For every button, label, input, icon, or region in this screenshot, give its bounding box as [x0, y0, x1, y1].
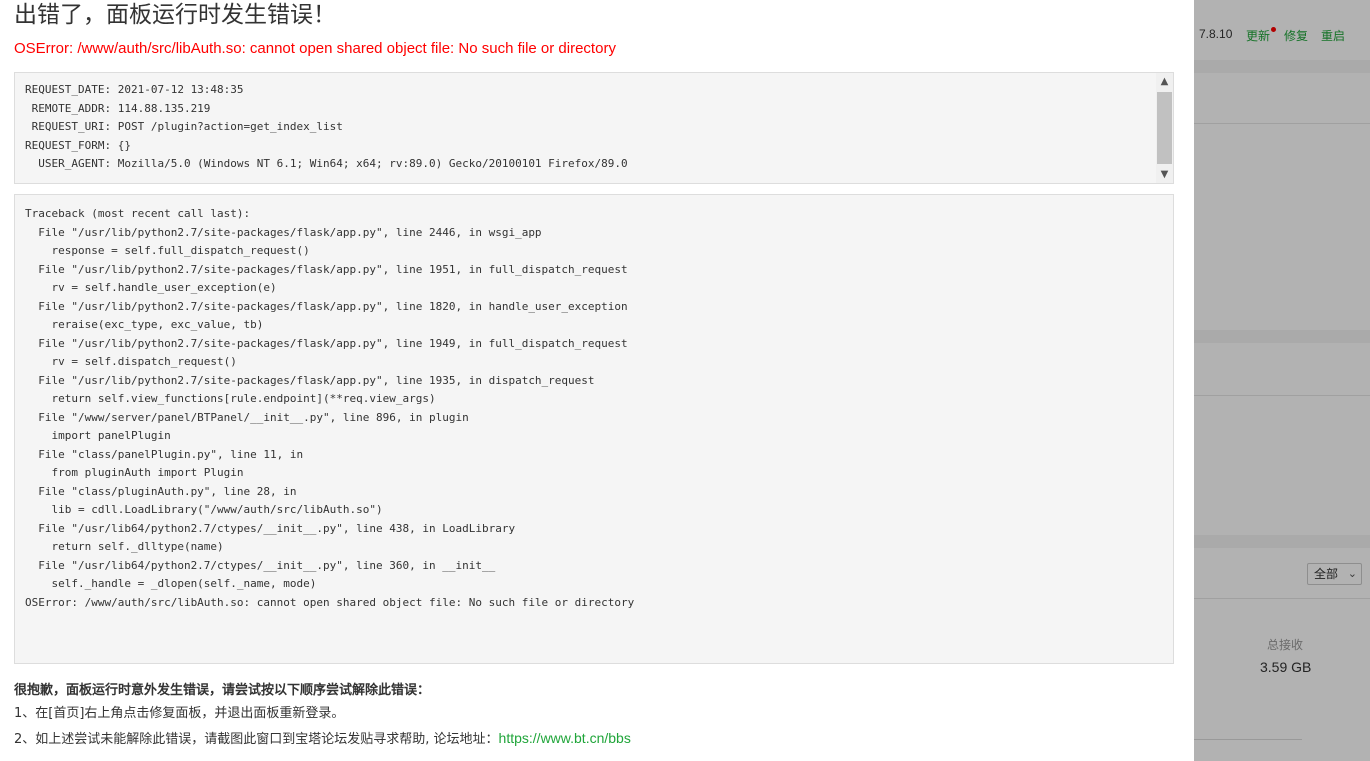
traceback-lines: Traceback (most recent call last): File … — [25, 205, 634, 612]
traceback-line: return self._dlltype(name) — [25, 540, 224, 553]
help-section: 很抱歉，面板运行时意外发生错误，请尝试按以下顺序尝试解除此错误： 1、在[首页]… — [14, 680, 631, 752]
request-info-line: USER_AGENT: Mozilla/5.0 (Windows NT 6.1;… — [25, 157, 628, 170]
traceback-line: self._handle = _dlopen(self._name, mode) — [25, 577, 317, 590]
traceback-line: OSError: /www/auth/src/libAuth.so: canno… — [25, 595, 635, 609]
traceback-line: File "class/panelPlugin.py", line 11, in — [25, 447, 304, 461]
traceback-line: File "/usr/lib64/python2.7/ctypes/__init… — [25, 558, 496, 572]
traceback-line: import panelPlugin — [25, 429, 171, 442]
help-step-2: 2、如上述尝试未能解除此错误，请截图此窗口到宝塔论坛发贴寻求帮助, 论坛地址：h… — [14, 726, 631, 752]
traceback-line: rv = self.handle_user_exception(e) — [25, 281, 277, 294]
request-info-lines: REQUEST_DATE: 2021-07-12 13:48:35 REMOTE… — [25, 81, 628, 174]
traceback-line: File "/usr/lib64/python2.7/ctypes/__init… — [25, 521, 516, 535]
scrollbar-thumb[interactable] — [1157, 92, 1172, 164]
traceback-line: File "/usr/lib/python2.7/site-packages/f… — [25, 373, 595, 387]
traceback-line: File "/usr/lib/python2.7/site-packages/f… — [25, 225, 542, 239]
scroll-up-arrow-icon[interactable]: ▲ — [1156, 73, 1173, 90]
traceback-line: File "/usr/lib/python2.7/site-packages/f… — [25, 299, 628, 313]
request-info-line: REQUEST_FORM: {} — [25, 138, 131, 152]
error-dialog: 出错了，面板运行时发生错误！ OSError: /www/auth/src/li… — [0, 0, 1194, 761]
request-info-line: REQUEST_URI: POST /plugin?action=get_ind… — [25, 120, 343, 133]
traceback-line: File "/www/server/panel/BTPanel/__init__… — [25, 410, 469, 424]
traceback-line: reraise(exc_type, exc_value, tb) — [25, 318, 264, 331]
help-step-2-text: 2、如上述尝试未能解除此错误，请截图此窗口到宝塔论坛发贴寻求帮助, 论坛地址： — [14, 732, 499, 747]
request-info-box[interactable]: REQUEST_DATE: 2021-07-12 13:48:35 REMOTE… — [14, 72, 1174, 184]
traceback-line: response = self.full_dispatch_request() — [25, 244, 310, 257]
vertical-scrollbar[interactable]: ▲ ▼ — [1156, 73, 1173, 183]
scroll-down-arrow-icon[interactable]: ▼ — [1156, 166, 1173, 183]
help-heading: 很抱歉，面板运行时意外发生错误，请尝试按以下顺序尝试解除此错误： — [14, 683, 431, 698]
error-title: 出错了，面板运行时发生错误！ — [14, 2, 336, 28]
traceback-line: lib = cdll.LoadLibrary("/www/auth/src/li… — [25, 503, 383, 516]
page-root: 7.8.10 更新 修复 重启 全部 ⌄ 总接收 3.59 GB 出错了，面板运… — [0, 0, 1370, 761]
error-message: OSError: /www/auth/src/libAuth.so: canno… — [14, 40, 616, 57]
traceback-line: File "class/pluginAuth.py", line 28, in — [25, 484, 297, 498]
traceback-line: File "/usr/lib/python2.7/site-packages/f… — [25, 336, 628, 350]
traceback-line: return self.view_functions[rule.endpoint… — [25, 392, 436, 405]
traceback-line: rv = self.dispatch_request() — [25, 355, 237, 368]
traceback-line: from pluginAuth import Plugin — [25, 466, 244, 479]
traceback-box[interactable]: Traceback (most recent call last): File … — [14, 194, 1174, 664]
help-step-1: 1、在[首页]右上角点击修复面板，并退出面板重新登录。 — [14, 706, 345, 721]
modal-overlay[interactable] — [1194, 0, 1370, 761]
request-info-line: REMOTE_ADDR: 114.88.135.219 — [25, 101, 211, 115]
forum-link[interactable]: https://www.bt.cn/bbs — [499, 730, 631, 746]
request-info-line: REQUEST_DATE: 2021-07-12 13:48:35 — [25, 83, 244, 96]
traceback-line: File "/usr/lib/python2.7/site-packages/f… — [25, 262, 628, 276]
traceback-line: Traceback (most recent call last): — [25, 207, 251, 220]
